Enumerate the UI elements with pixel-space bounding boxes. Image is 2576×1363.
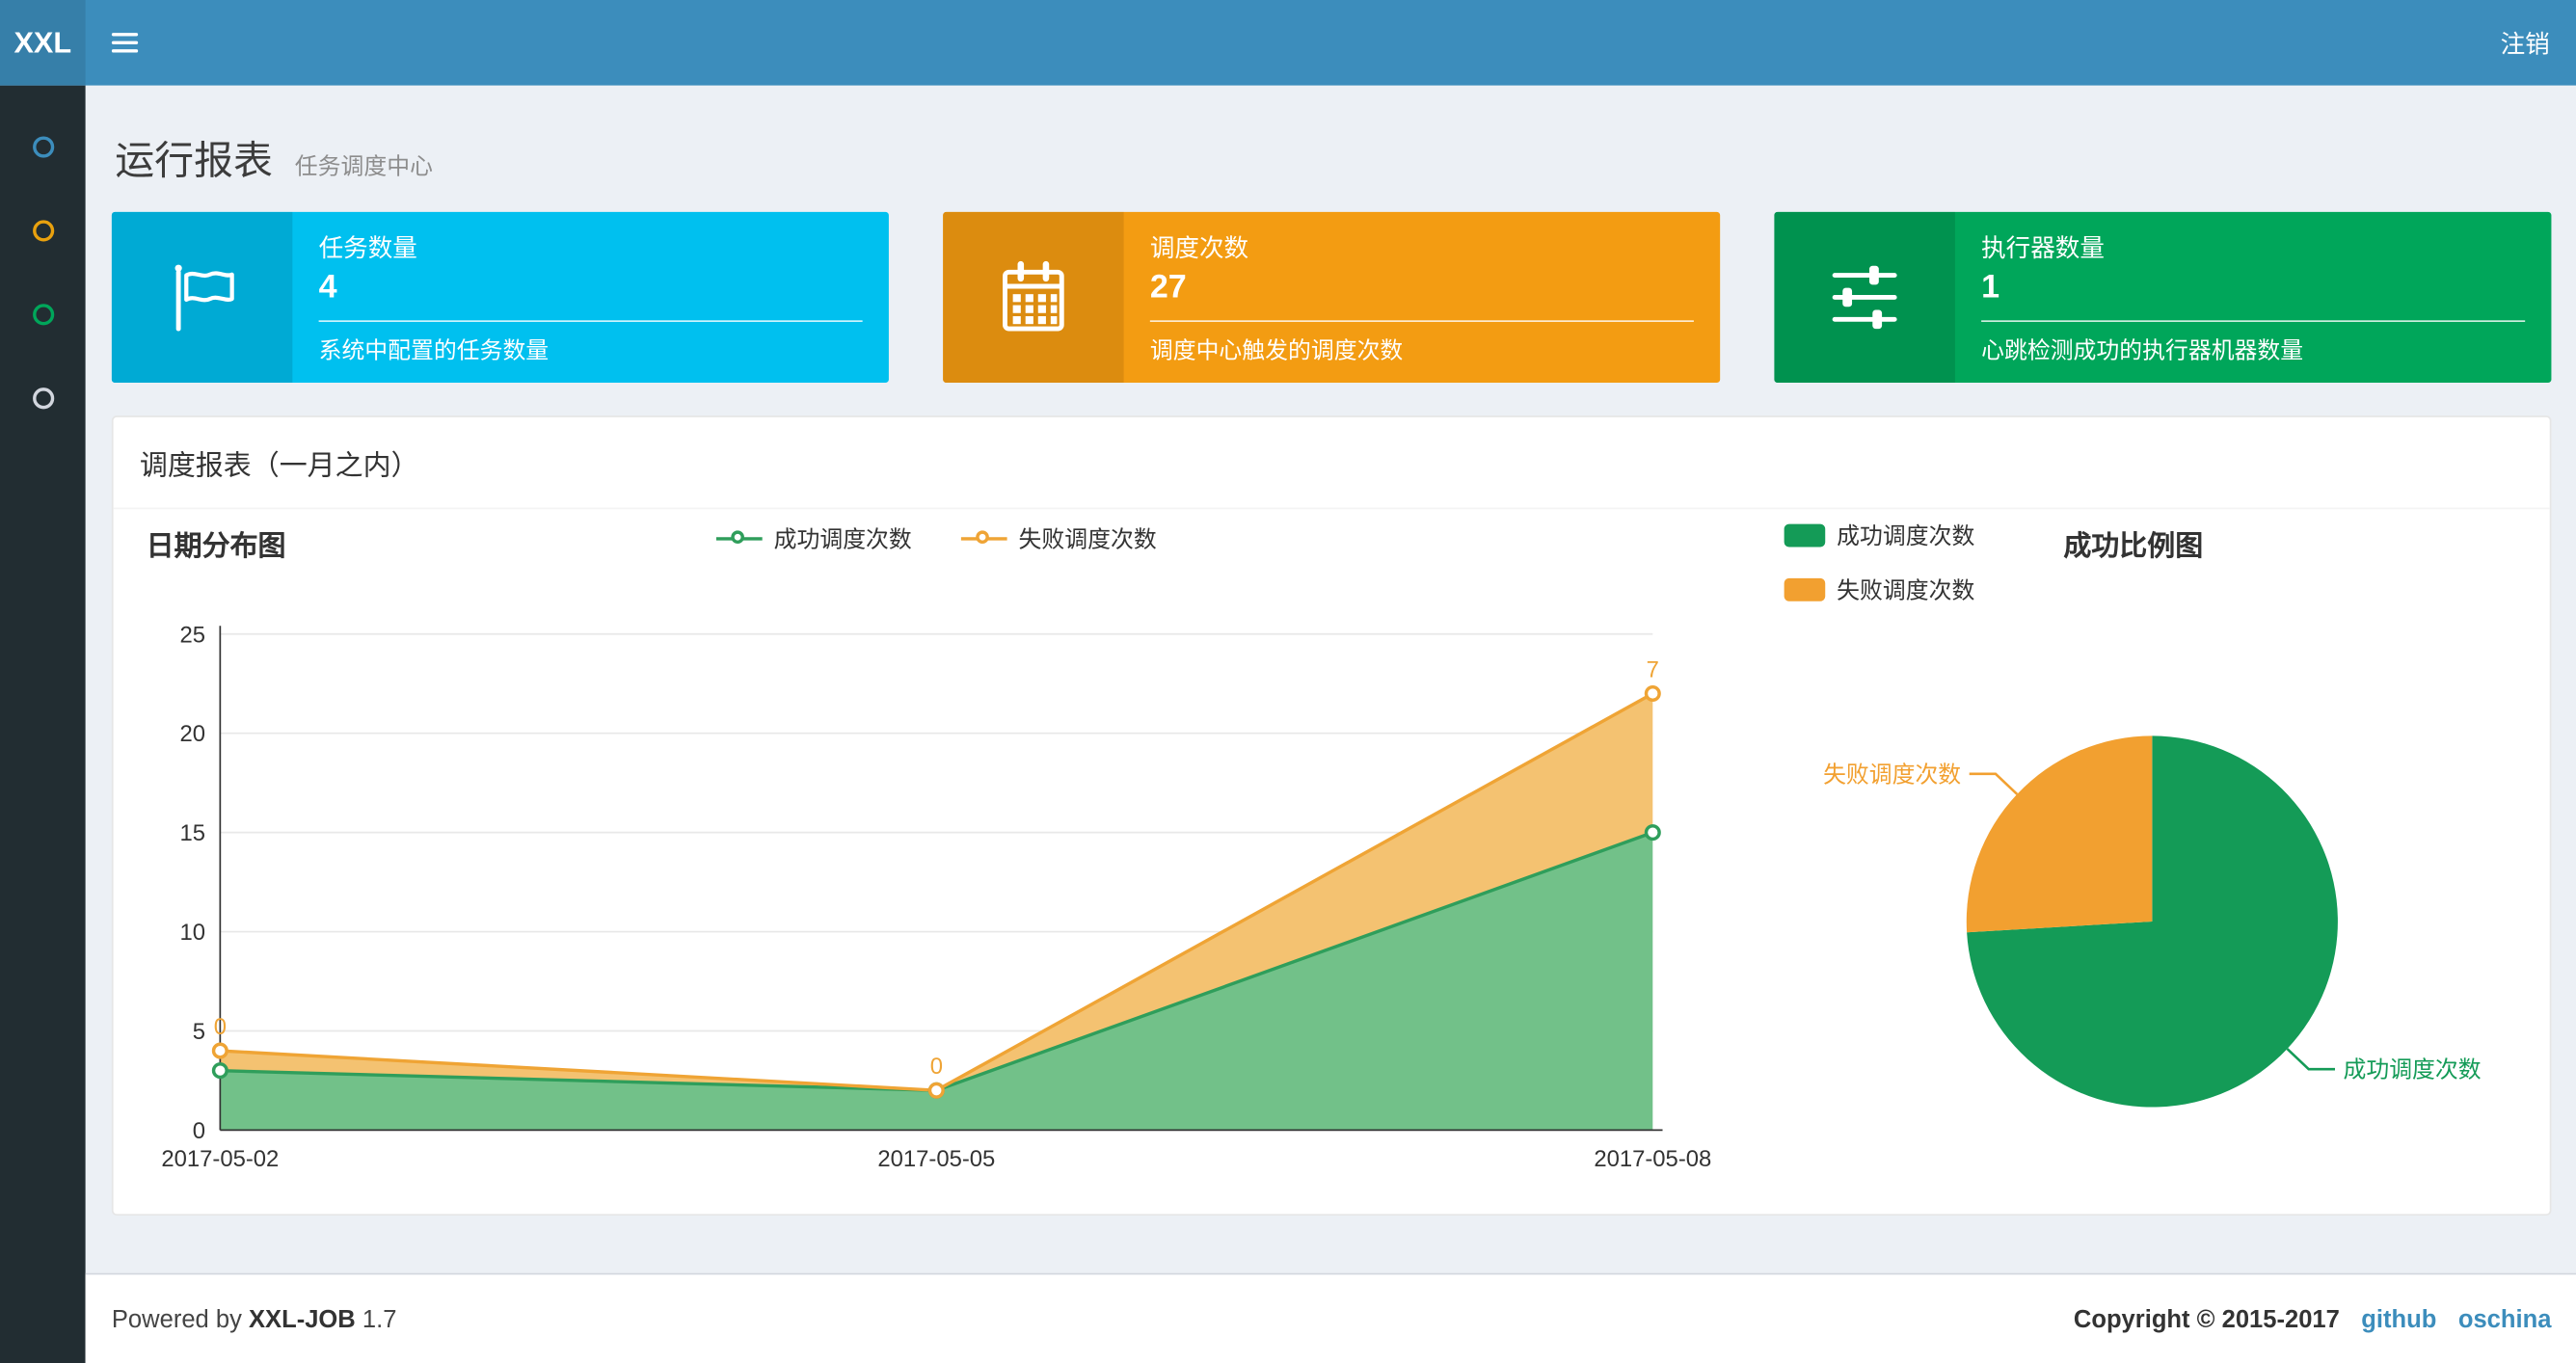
info-box-description: 系统中配置的任务数量 xyxy=(318,336,550,363)
svg-text:0: 0 xyxy=(214,1014,227,1040)
top-navbar: XXL 注销 xyxy=(0,0,2576,86)
logout-link[interactable]: 注销 xyxy=(2474,0,2576,86)
line-chart-legend: 成功调度次数 失败调度次数 xyxy=(715,522,1157,555)
report-panel: 调度报表（一月之内） 日期分布图 成功调度次数 失败调度次数 0 5 10 15… xyxy=(111,415,2552,1216)
svg-text:25: 25 xyxy=(179,622,205,648)
hamburger-icon xyxy=(111,33,139,37)
legend-item-fail[interactable]: 失败调度次数 xyxy=(960,522,1157,555)
product-name: XXL-JOB xyxy=(248,1304,356,1333)
main-content: 运行报表 任务调度中心 任务数量 4 系统中配置的任务数量 调度次数 27 调度… xyxy=(85,85,2576,1273)
svg-text:2017-05-02: 2017-05-02 xyxy=(161,1146,279,1172)
info-box-executor-count: 执行器数量 1 心跳检测成功的执行器机器数量 xyxy=(1774,211,2552,384)
footer: Powered by XXL-JOB 1.7 Copyright © 2015-… xyxy=(85,1272,2576,1363)
info-box-label: 调度次数 xyxy=(1149,234,1249,263)
circle-icon xyxy=(32,136,54,158)
github-link[interactable]: github xyxy=(2361,1305,2436,1333)
line-chart-title: 日期分布图 xyxy=(146,530,286,562)
circle-icon xyxy=(32,304,54,326)
info-box-description: 心跳检测成功的执行器机器数量 xyxy=(1981,336,2304,363)
line-marker-icon xyxy=(960,530,1007,547)
copyright: Copyright © 2015-2017 xyxy=(2073,1304,2340,1333)
powered-by: Powered by XXL-JOB 1.7 xyxy=(111,1304,397,1333)
app-logo[interactable]: XXL xyxy=(0,0,86,86)
legend-item-success[interactable]: 成功调度次数 xyxy=(715,522,912,555)
pie-chart-title: 成功比例图 xyxy=(2063,530,2204,562)
pie-chart: 成功调度次数 失败调度次数 xyxy=(1778,625,2550,1150)
sidebar-item-1[interactable] xyxy=(0,105,86,189)
panel-title: 调度报表（一月之内） xyxy=(113,417,2550,510)
svg-text:15: 15 xyxy=(179,820,205,846)
legend-item-fail[interactable]: 失败调度次数 xyxy=(1784,574,1975,606)
product-version: 1.7 xyxy=(362,1304,397,1333)
oschina-link[interactable]: oschina xyxy=(2458,1305,2552,1333)
svg-text:20: 20 xyxy=(179,721,205,747)
info-box-row: 任务数量 4 系统中配置的任务数量 调度次数 27 调度中心触发的调度次数 执行… xyxy=(111,211,2552,384)
page-subtitle: 任务调度中心 xyxy=(294,152,433,179)
pie-chart-legend: 成功调度次数 失败调度次数 xyxy=(1784,519,1975,606)
sidebar xyxy=(0,85,86,1363)
sliders-icon xyxy=(1832,265,1897,330)
flag-icon xyxy=(174,264,234,332)
svg-text:2017-05-08: 2017-05-08 xyxy=(1594,1146,1711,1172)
sidebar-item-2[interactable] xyxy=(0,189,86,273)
svg-text:5: 5 xyxy=(193,1019,205,1045)
info-box-job-count: 任务数量 4 系统中配置的任务数量 xyxy=(111,211,889,384)
info-box-value: 4 xyxy=(318,269,337,306)
square-swatch-icon xyxy=(1784,523,1826,548)
info-box-label: 执行器数量 xyxy=(1981,234,2105,263)
circle-icon xyxy=(32,220,54,242)
legend-label: 失败调度次数 xyxy=(1837,576,1975,603)
line-marker-icon xyxy=(715,530,763,547)
square-swatch-icon xyxy=(1784,577,1826,601)
info-box-description: 调度中心触发的调度次数 xyxy=(1149,336,1404,363)
svg-text:2017-05-05: 2017-05-05 xyxy=(877,1146,995,1172)
page-title: 运行报表 xyxy=(115,139,273,184)
legend-label: 失败调度次数 xyxy=(1018,525,1157,552)
svg-text:0: 0 xyxy=(930,1054,943,1080)
svg-text:10: 10 xyxy=(179,920,205,946)
svg-text:0: 0 xyxy=(193,1118,205,1144)
legend-label: 成功调度次数 xyxy=(1837,521,1975,549)
page-header: 运行报表 任务调度中心 xyxy=(115,128,2551,186)
svg-text:失败调度次数: 失败调度次数 xyxy=(1823,762,1961,788)
sidebar-item-4[interactable] xyxy=(0,357,86,441)
svg-text:7: 7 xyxy=(1647,656,1659,682)
info-box-label: 任务数量 xyxy=(318,234,417,263)
line-chart: 0 5 10 15 20 25 0 0 7 2017-05-02 2017-05-05 2017-05… xyxy=(142,618,1743,1185)
info-box-trigger-count: 调度次数 27 调度中心触发的调度次数 xyxy=(943,211,1721,384)
info-box-value: 1 xyxy=(1981,269,2000,306)
sidebar-item-3[interactable] xyxy=(0,273,86,357)
legend-item-success[interactable]: 成功调度次数 xyxy=(1784,519,1975,551)
circle-icon xyxy=(32,388,54,410)
app-root: XXL 注销 运行报表 任务调度中心 任务数量 4 系统中配置的任务数量 调度次… xyxy=(0,0,2576,1363)
sidebar-toggle-button[interactable] xyxy=(86,0,165,86)
legend-label: 成功调度次数 xyxy=(773,525,912,552)
calendar-icon xyxy=(1003,260,1064,332)
info-box-value: 27 xyxy=(1149,269,1187,306)
svg-text:成功调度次数: 成功调度次数 xyxy=(2344,1057,2482,1083)
